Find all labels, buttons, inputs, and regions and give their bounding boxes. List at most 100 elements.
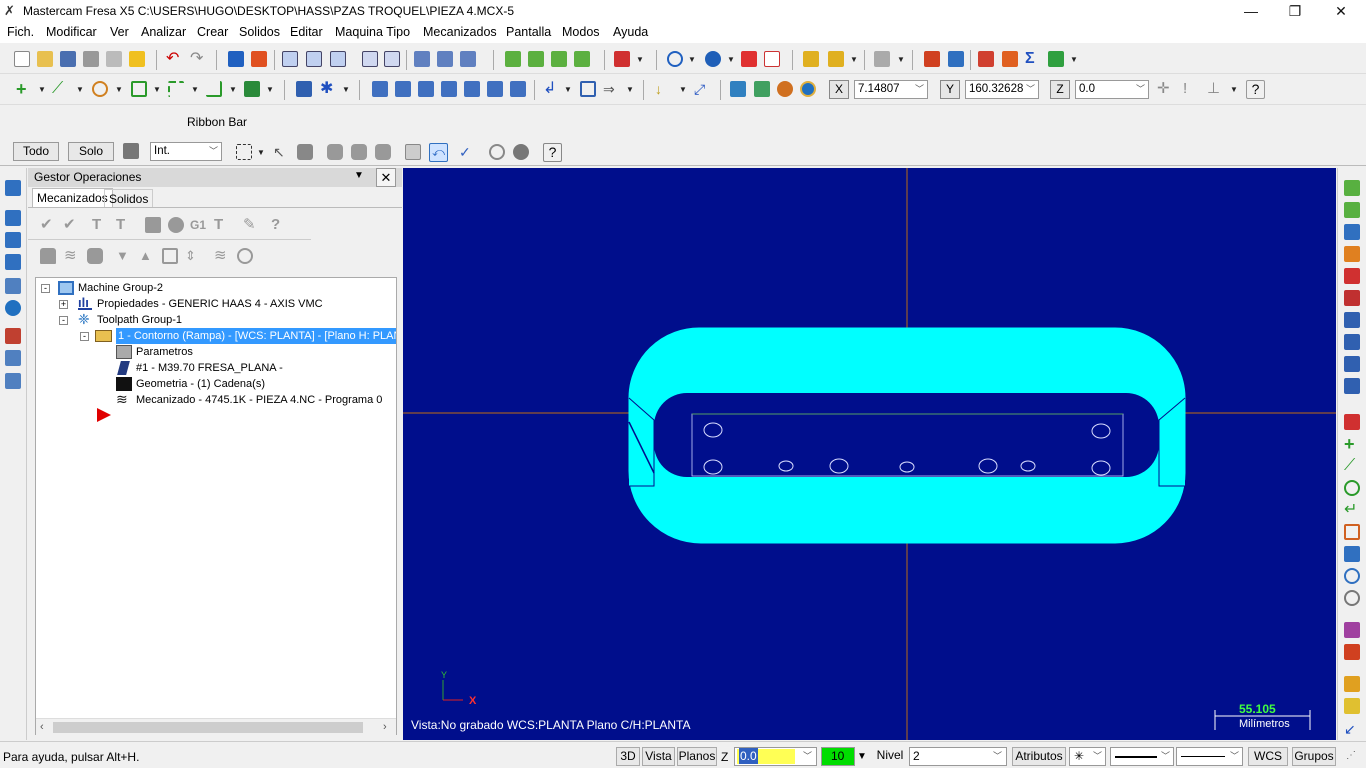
line-icon[interactable]: ⟋ [52,81,68,97]
select-dirty-ops-icon[interactable]: ✔ [63,217,79,233]
view-dropdown-icon[interactable]: ▼ [636,55,644,64]
print-icon[interactable] [83,51,99,67]
add-arc-icon[interactable]: ↵ [1344,502,1360,518]
arrow-right-icon[interactable]: ⇒ [603,81,619,97]
cplane-icon[interactable] [1344,268,1360,284]
pocket-icon[interactable] [5,254,21,270]
tools-dropdown-icon[interactable]: ▼ [897,55,905,64]
shade-dropdown-icon[interactable]: ▼ [727,55,735,64]
panel-dropdown-icon[interactable]: ▼ [354,170,364,181]
tree-tool[interactable]: #1 - M39.70 FRESA_PLANA - [136,360,283,376]
rotate-icon[interactable] [395,81,411,97]
move-down-icon[interactable]: ▼ [116,248,132,264]
z-dropdown-icon[interactable]: ﹀ [1136,81,1145,98]
tree-horizontal-scrollbar[interactable]: ‹ › [36,718,396,735]
delete-ops-icon[interactable]: ✎ [243,217,259,233]
trim-toolpath-icon[interactable] [5,373,21,389]
surface-rough-icon[interactable] [5,300,21,316]
shaded-sphere-icon[interactable] [705,51,721,67]
rectangle-dropdown-icon[interactable]: ▼ [153,85,161,94]
regenerate-all-icon[interactable]: T [92,217,108,233]
point-style-select[interactable]: ✳ ﹀ [1069,747,1106,766]
origin-icon[interactable] [1344,378,1360,394]
add-line-icon[interactable]: ⟋ [1344,458,1360,474]
print-preview-icon[interactable] [106,51,122,67]
x-dropdown-icon[interactable]: ﹀ [915,81,924,98]
panel-close-icon[interactable]: ✕ [376,168,396,187]
snap-icon[interactable]: ⊥ [1207,81,1223,97]
help-arrow-icon[interactable] [924,51,940,67]
no-entry-icon[interactable] [1344,590,1360,606]
line-style-dropdown-icon[interactable]: ﹀ [1161,748,1170,765]
snap-dropdown-icon[interactable]: ▼ [1230,85,1238,94]
only-display-icon[interactable]: ≋ [214,248,230,264]
tools-icon[interactable] [874,51,890,67]
drill-icon[interactable] [5,232,21,248]
solid-cylinder-icon[interactable] [528,51,544,67]
fastpoint-icon[interactable]: ! [1183,81,1199,97]
maximize-button[interactable]: ❐ [1272,0,1318,23]
scale-icon[interactable] [441,81,457,97]
tree-machine-group[interactable]: Machine Group-2 [78,280,163,296]
transfer-icon[interactable] [978,51,994,67]
array-icon[interactable] [510,81,526,97]
minimize-button[interactable]: — [1228,0,1274,23]
menu-maquina-tipo[interactable]: Maquina Tipo [335,25,410,39]
tplane-icon[interactable] [1344,290,1360,306]
add-circle-icon[interactable] [1344,480,1360,496]
vista-button[interactable]: Vista [642,747,675,766]
unzoom-icon[interactable] [362,51,378,67]
body-select-icon[interactable] [375,144,391,160]
expand-icon[interactable]: + [59,300,68,309]
drafting-dropdown-icon[interactable]: ▼ [564,85,572,94]
level-field[interactable]: 2 ﹀ [909,747,1007,766]
view-right-icon[interactable] [1344,246,1360,262]
translate-icon[interactable] [372,81,388,97]
tree-parameters[interactable]: Parametros [136,344,193,360]
help-icon[interactable]: ? [1246,80,1265,99]
select-last-icon[interactable]: ✓ [459,144,475,160]
move-up-icon[interactable]: ▲ [139,248,155,264]
surface-icon[interactable] [244,81,260,97]
analyze-icon[interactable] [803,51,819,67]
menu-mecanizados[interactable]: Mecanizados [423,25,497,39]
marker-dropdown-icon[interactable]: ▼ [679,85,687,94]
window-select-icon[interactable] [236,144,252,160]
rotate-view-icon[interactable] [800,81,816,97]
delete-entity-icon[interactable] [1344,414,1360,430]
chamfer-icon[interactable] [206,81,222,97]
grid-icon[interactable] [948,51,964,67]
selection-mode-select[interactable]: Int. ﹀ [150,142,222,161]
z-depth-field[interactable]: 0.0 ﹀ [734,747,817,766]
backplot-ops-icon[interactable] [145,217,161,233]
atributos-button[interactable]: Atributos [1012,747,1066,766]
tab-solidos[interactable]: Solidos [104,189,154,207]
marker-icon[interactable]: ↓ [655,81,671,97]
dimension-icon[interactable]: ⤢ [694,81,710,97]
fillet-dropdown-icon[interactable]: ▼ [191,85,199,94]
insert-arrow-icon[interactable] [162,248,178,264]
selection-cursor-icon[interactable] [123,143,139,159]
solid-box-icon[interactable] [505,51,521,67]
surface-dropdown-icon[interactable]: ▼ [266,85,274,94]
post-ops-icon[interactable]: G1 [190,217,206,233]
solids-display-icon[interactable] [237,248,253,264]
ops-help-icon[interactable]: ? [271,217,287,233]
circle-dropdown-icon[interactable]: ▼ [115,85,123,94]
menu-fich[interactable]: Fich. [7,25,34,39]
mirror-icon[interactable] [418,81,434,97]
scroll-icon[interactable]: ⇕ [185,248,201,264]
arrow-dropdown-icon[interactable]: ▼ [626,85,634,94]
ops-manager-icon[interactable] [5,180,21,196]
globe-icon[interactable] [777,81,793,97]
color-dropdown-icon[interactable]: ▼ [857,751,867,762]
layers-icon[interactable] [1344,698,1360,714]
point-dropdown-icon[interactable]: ▼ [38,85,46,94]
line-dropdown-icon[interactable]: ▼ [76,85,84,94]
toolpath-icon[interactable] [414,51,430,67]
collapse-icon[interactable]: - [41,284,50,293]
offset-icon[interactable] [464,81,480,97]
collapse-icon[interactable]: - [80,332,89,341]
select-all-ops-icon[interactable]: ✔ [40,217,56,233]
point-style-dropdown-icon[interactable]: ﹀ [1093,748,1102,765]
